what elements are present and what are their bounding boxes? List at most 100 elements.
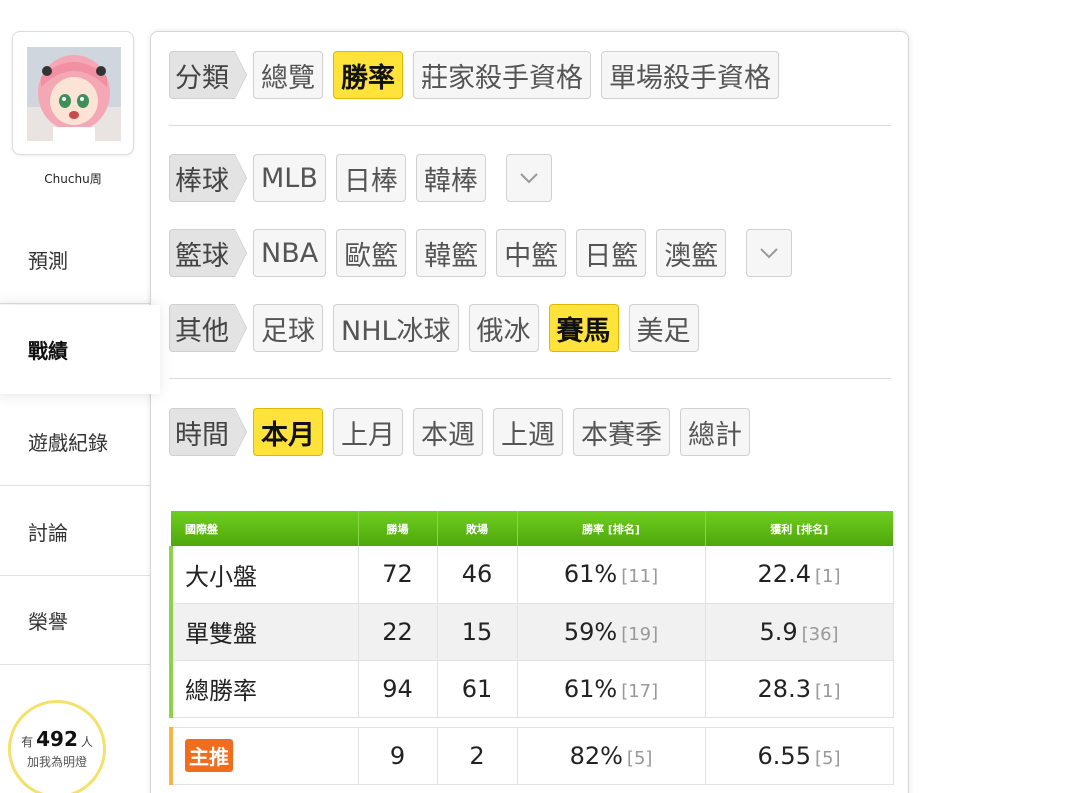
chevron-down-icon <box>520 173 538 184</box>
main-pick-cell: 主推 <box>169 726 359 785</box>
win-rate-value: 59% <box>563 617 618 646</box>
nav-item-game-log[interactable]: 遊戲紀錄 <box>0 397 150 486</box>
chip-australia-basketball[interactable]: 澳籃 <box>656 229 727 277</box>
chip-euro-basketball[interactable]: 歐籃 <box>336 229 407 277</box>
table-row: 單雙盤 22 15 59% [19] 5.9 [36] <box>169 603 894 661</box>
nav-item-discussion[interactable]: 討論 <box>0 487 150 576</box>
profit-value: 22.4 <box>757 560 811 589</box>
chip-total[interactable]: 總計 <box>680 408 750 456</box>
chip-last-week[interactable]: 上週 <box>493 408 563 456</box>
chip-korea-basketball[interactable]: 韓籃 <box>416 229 487 277</box>
profit-rank: [36] <box>801 623 839 645</box>
fans-suffix: 人 <box>80 735 93 749</box>
filter-label-time: 時間 <box>169 408 247 456</box>
fans-badge[interactable]: 有 492 人 加我為明燈 <box>8 700 106 793</box>
nav-item-honor[interactable]: 榮譽 <box>0 576 150 665</box>
stats-table: 國際盤 勝場 敗場 勝率 [排名] 獲利 [排名] 大小盤 72 46 61%[… <box>169 511 894 785</box>
header-losses: 敗場 <box>437 511 518 546</box>
basketball-more-button[interactable] <box>746 229 793 277</box>
row-name: 大小盤 <box>169 546 359 604</box>
chip-horse-racing[interactable]: 賽馬 <box>548 304 619 352</box>
sidebar: Chuchu周 預測 戰績 遊戲紀錄 討論 榮譽 有 492 人 加我為明燈 <box>0 0 160 793</box>
row-wins: 94 <box>358 660 438 718</box>
nav-item-record[interactable]: 戰績 <box>0 305 160 394</box>
main-pick-win-rate: 82% [5] <box>517 726 706 785</box>
username: Chuchu周 <box>44 172 102 186</box>
chip-khl[interactable]: 俄冰 <box>468 304 539 352</box>
profit-value: 6.55 <box>757 741 811 770</box>
fans-caption: 加我為明燈 <box>26 755 87 769</box>
chip-overview[interactable]: 總覽 <box>253 51 323 99</box>
profit-value: 5.9 <box>759 617 798 646</box>
profit-rank: [5] <box>814 747 841 769</box>
table-spacer <box>171 717 893 727</box>
chip-single-killer[interactable]: 單場殺手資格 <box>601 51 779 99</box>
fans-count-line: 有 492 人 <box>11 727 103 751</box>
win-rate-rank: [19] <box>621 623 659 645</box>
avatar-card[interactable] <box>12 31 134 155</box>
chip-npb[interactable]: 日棒 <box>335 154 406 202</box>
chip-mlb[interactable]: MLB <box>253 154 326 202</box>
table-header-row: 國際盤 勝場 敗場 勝率 [排名] 獲利 [排名] <box>171 511 893 546</box>
profit-rank: [1] <box>814 680 841 702</box>
table-row: 大小盤 72 46 61% [11] 22.4 [1] <box>169 546 894 604</box>
filter-row-category: 分類 總覽 勝率 莊家殺手資格 單場殺手資格 <box>169 50 789 100</box>
chip-banker-killer[interactable]: 莊家殺手資格 <box>413 51 591 99</box>
main-pick-wins: 9 <box>358 726 438 785</box>
row-win-rate: 59% [19] <box>517 603 706 661</box>
row-name: 總勝率 <box>169 660 359 718</box>
header-profit: 獲利 [排名] <box>705 511 893 546</box>
record-panel: 分類 總覽 勝率 莊家殺手資格 單場殺手資格 棒球 MLB 日棒 韓棒 籃球 N… <box>150 31 909 793</box>
row-name: 單雙盤 <box>169 603 359 661</box>
chip-japan-basketball[interactable]: 日籃 <box>576 229 647 277</box>
filter-label-baseball: 棒球 <box>169 154 247 202</box>
row-profit: 22.4 [1] <box>705 546 894 604</box>
page: Chuchu周 預測 戰績 遊戲紀錄 討論 榮譽 有 492 人 加我為明燈 分類 … <box>0 0 1080 793</box>
chip-china-basketball[interactable]: 中籃 <box>496 229 567 277</box>
win-rate-rank: [5] <box>626 747 653 769</box>
chip-win-rate[interactable]: 勝率 <box>333 51 403 99</box>
chip-last-month[interactable]: 上月 <box>333 408 403 456</box>
row-win-rate: 61% [11] <box>517 546 706 604</box>
filter-label-category: 分類 <box>169 51 247 99</box>
row-losses: 61 <box>437 660 518 718</box>
row-win-rate: 61% [17] <box>517 660 706 718</box>
header-win-rate: 勝率 [排名] <box>517 511 706 546</box>
main-pick-losses: 2 <box>437 726 518 785</box>
row-losses: 46 <box>437 546 518 604</box>
filter-label-basketball: 籃球 <box>169 229 247 277</box>
chip-american-football[interactable]: 美足 <box>628 304 699 352</box>
chip-nhl[interactable]: NHL冰球 <box>333 304 459 352</box>
row-profit: 28.3 [1] <box>705 660 894 718</box>
header-market: 國際盤 <box>171 511 359 546</box>
fans-prefix: 有 <box>21 735 34 749</box>
win-rate-rank: [17] <box>621 680 659 702</box>
win-rate-value: 61% <box>563 560 618 589</box>
win-rate-rank: [11] <box>621 566 659 588</box>
filter-label-other: 其他 <box>169 304 247 352</box>
main-pick-profit: 6.55 [5] <box>705 726 894 785</box>
row-wins: 72 <box>358 546 438 604</box>
avatar <box>27 47 121 141</box>
chip-this-week[interactable]: 本週 <box>413 408 483 456</box>
spacer-cell <box>171 717 893 727</box>
divider <box>169 378 891 379</box>
row-profit: 5.9 [36] <box>705 603 894 661</box>
main-pick-badge: 主推 <box>185 739 233 772</box>
divider <box>169 125 891 126</box>
nav-item-predict[interactable]: 預測 <box>0 215 150 304</box>
fans-count: 492 <box>36 727 78 751</box>
filter-row-time: 時間 本月 上月 本週 上週 本賽季 總計 <box>169 407 760 457</box>
win-rate-value: 82% <box>569 741 623 770</box>
chip-kbo[interactable]: 韓棒 <box>415 154 486 202</box>
main-pick-row: 主推 9 2 82% [5] 6.55 [5] <box>169 726 894 785</box>
filter-row-basketball: 籃球 NBA 歐籃 韓籃 中籃 日籃 澳籃 <box>169 228 802 278</box>
chip-soccer[interactable]: 足球 <box>253 304 323 352</box>
chip-this-month[interactable]: 本月 <box>253 408 323 456</box>
row-losses: 15 <box>437 603 518 661</box>
row-wins: 22 <box>358 603 438 661</box>
chip-this-season[interactable]: 本賽季 <box>573 408 670 456</box>
filter-row-baseball: 棒球 MLB 日棒 韓棒 <box>169 153 562 203</box>
chip-nba[interactable]: NBA <box>253 229 327 277</box>
baseball-more-button[interactable] <box>505 154 552 202</box>
